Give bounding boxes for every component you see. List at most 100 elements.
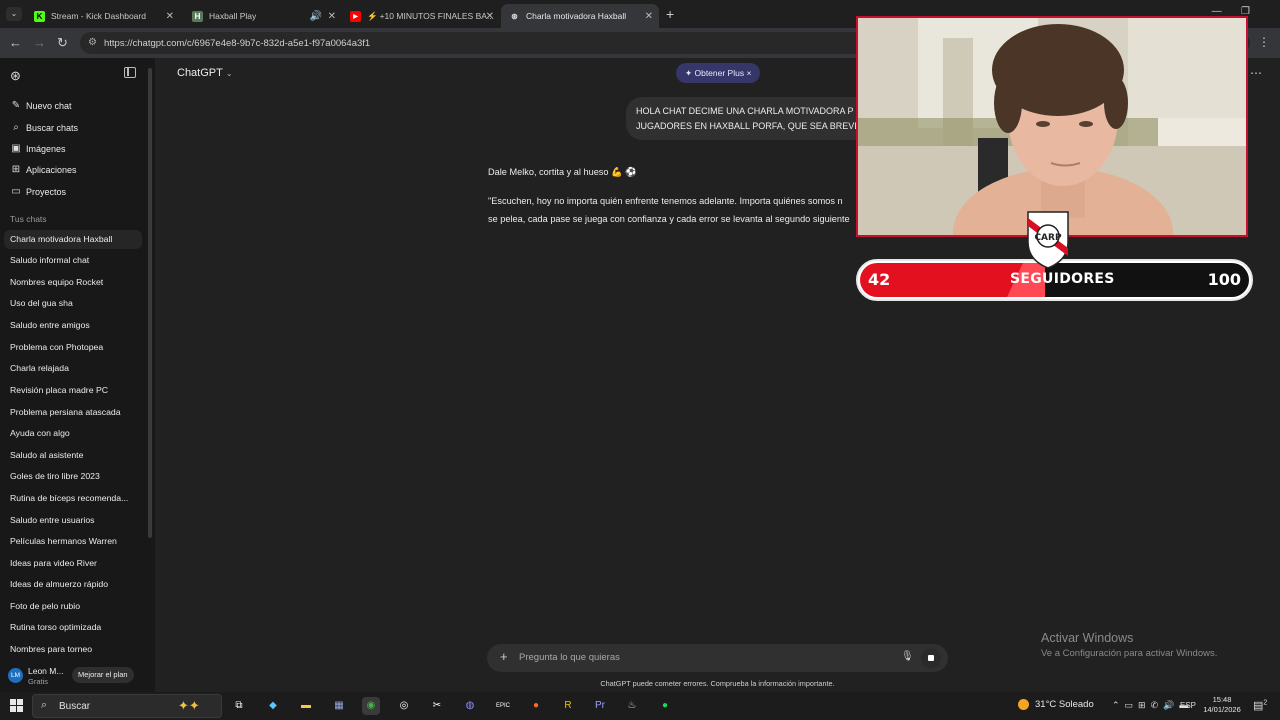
kick-icon: K [34,10,45,22]
chat-item[interactable]: Saludo entre amigos [4,316,142,335]
task-view-icon[interactable]: ⧉ [230,697,248,715]
chatgpt-logo-icon[interactable]: ⊛ [10,68,21,84]
tab-chatgpt[interactable]: ⊛ Charla motivadora Haxball ✕ [501,4,659,28]
chat-item[interactable]: Saludo entre usuarios [4,511,142,530]
sidebar-scrollbar[interactable] [148,68,152,538]
speaker-icon[interactable]: 🔊 [310,11,322,22]
capcut-icon[interactable]: ✂ [428,697,446,715]
assistant-reply-body: "Escuchen, hoy no importa quién enfrente… [488,193,858,228]
close-icon[interactable]: ✕ [486,11,494,22]
projects-button[interactable]: ▭ Proyectos [10,186,66,197]
epic-games-icon[interactable]: EPIC [494,697,512,715]
discord-icon[interactable]: ◍ [461,697,479,715]
weather-widget[interactable]: 31°C Soleado [1018,699,1094,710]
images-label: Imágenes [26,143,66,154]
chat-item[interactable]: Revisión placa madre PC [4,381,142,400]
chat-item[interactable]: Problema con Photopea [4,338,142,357]
reload-icon[interactable]: ↻ [57,35,68,51]
clock-date: 14/01/2026 [1203,705,1241,714]
search-chats-button[interactable]: ⌕ Buscar chats [10,122,78,133]
chat-item[interactable]: Rutina de bíceps recomenda... [4,489,142,508]
close-icon[interactable]: ✕ [166,11,174,22]
new-chat-label: Nuevo chat [26,100,72,111]
new-chat-button[interactable]: ✎ Nuevo chat [10,100,72,111]
chat-item[interactable]: Charla relajada [4,359,142,378]
chat-item[interactable]: Rutina torso optimizada [4,618,142,637]
chat-item[interactable]: Charla motivadora Haxball [4,230,142,249]
images-button[interactable]: ▣ Imágenes [10,143,66,154]
browser-menu-icon[interactable]: ⋮ [1258,35,1270,49]
get-plus-button[interactable]: ✦ Obtener Plus × [676,63,761,83]
rockstar-icon[interactable]: R [559,697,577,715]
search-chats-label: Buscar chats [26,122,79,133]
prompt-input[interactable]: Pregunta lo que quieras [519,652,620,663]
tab-title: Haxball Play [209,11,257,21]
assistant-reply-line: se pelea, cada pase se juega con confian… [488,213,850,224]
chatgpt-sidebar: ⊛ ✎ Nuevo chat ⌕ Buscar chats ▣ Imágenes… [0,58,155,692]
steam-icon[interactable]: ♨ [623,697,641,715]
youtube-icon: ▶ [350,10,361,22]
upgrade-plan-button[interactable]: Mejorar el plan [72,667,134,683]
site-info-icon[interactable]: ⚙ [88,37,97,48]
close-icon[interactable]: ✕ [328,11,336,22]
new-tab-button[interactable]: + [666,6,674,22]
assistant-reply-line: "Escuchen, hoy no importa quién enfrente… [488,196,843,206]
chat-item[interactable]: Ideas para video River [4,554,142,573]
chat-item[interactable]: Goles de tiro libre 2023 [4,467,142,486]
webcam-image [858,18,1246,235]
disclaimer-text: ChatGPT puede cometer errores. Comprueba… [600,679,835,688]
screen: ⌄ K Stream - Kick Dashboard ✕ H Haxball … [0,0,1280,720]
notification-count: 2 [1263,699,1268,707]
search-highlight-icon: ✦✦ [178,698,200,713]
language-indicator[interactable]: ESP [1180,701,1196,710]
github-icon[interactable]: ◎ [395,697,413,715]
tab-title: Stream - Kick Dashboard [51,11,146,21]
sidebar-toggle-icon[interactable] [124,67,136,78]
notifications-icon[interactable]: ▤2 [1253,699,1267,712]
clock[interactable]: 15:48 14/01/2026 [1200,695,1244,715]
model-selector[interactable]: ChatGPT ⌄ [177,67,233,79]
attach-icon[interactable]: + [500,649,508,664]
apps-button[interactable]: ⊞ Aplicaciones [10,164,77,175]
svg-text:CARP: CARP [1034,233,1062,243]
system-tray-icons[interactable]: ⌃ ▭ ⊞ ✆ 🔊 ▬ [1112,700,1188,711]
followers-goal: 100 [1207,270,1241,289]
tab-title: +10 MINUTOS FINALES BA... [379,11,494,21]
spotify-icon[interactable]: ● [656,697,674,715]
chrome-icon[interactable]: ◉ [362,697,380,715]
message-composer[interactable]: + Pregunta lo que quieras 🎙 [487,644,948,672]
chat-item[interactable]: Nombres para torneo [4,640,142,659]
chat-item[interactable]: Películas hermanos Warren [4,532,142,551]
followers-current: 42 [868,270,891,289]
close-icon[interactable]: ✕ [645,11,653,22]
microphone-icon[interactable]: 🎙 [901,651,914,662]
chat-item[interactable]: Problema persiana atascada [4,403,142,422]
tab-search-button[interactable]: ⌄ [6,7,22,21]
chat-item[interactable]: Nombres equipo Rocket [4,273,142,292]
brave-icon[interactable]: ● [527,697,545,715]
forward-icon[interactable]: → [33,35,46,51]
user-menu[interactable]: LM Leon M... Gratis Mejorar el plan [0,660,155,692]
tab-title: Charla motivadora Haxball [526,11,627,21]
tab-haxball-play[interactable]: H Haxball Play 🔊 ✕ [184,4,342,28]
taskbar-search[interactable]: ⌕ Buscar ✦✦ [32,694,222,718]
chat-item[interactable]: Ideas de almuerzo rápido [4,575,142,594]
chat-item[interactable]: Foto de pelo rubio [4,597,142,616]
chat-item[interactable]: Ayuda con algo [4,424,142,443]
activate-windows-title: Activar Windows [1041,631,1134,645]
store-icon[interactable]: ▦ [330,697,348,715]
file-explorer-icon[interactable]: ▬ [297,697,315,715]
windows-start-icon[interactable] [10,699,23,712]
more-options-icon[interactable]: ⋯ [1250,66,1262,80]
premiere-icon[interactable]: Pr [591,697,609,715]
copilot-icon[interactable]: ◆ [264,697,282,715]
tab-kick-dashboard[interactable]: K Stream - Kick Dashboard ✕ [26,4,180,28]
tab-youtube-video[interactable]: ▶ ⚡ +10 MINUTOS FINALES BA... ✕ [342,4,500,28]
chat-item[interactable]: Uso del gua sha [4,294,142,313]
chat-item[interactable]: Saludo al asistente [4,446,142,465]
search-icon: ⌕ [13,122,19,133]
back-icon[interactable]: ← [9,35,22,51]
apps-icon: ⊞ [11,164,21,175]
chat-item[interactable]: Saludo informal chat [4,251,142,270]
stop-generating-button[interactable] [921,648,941,668]
